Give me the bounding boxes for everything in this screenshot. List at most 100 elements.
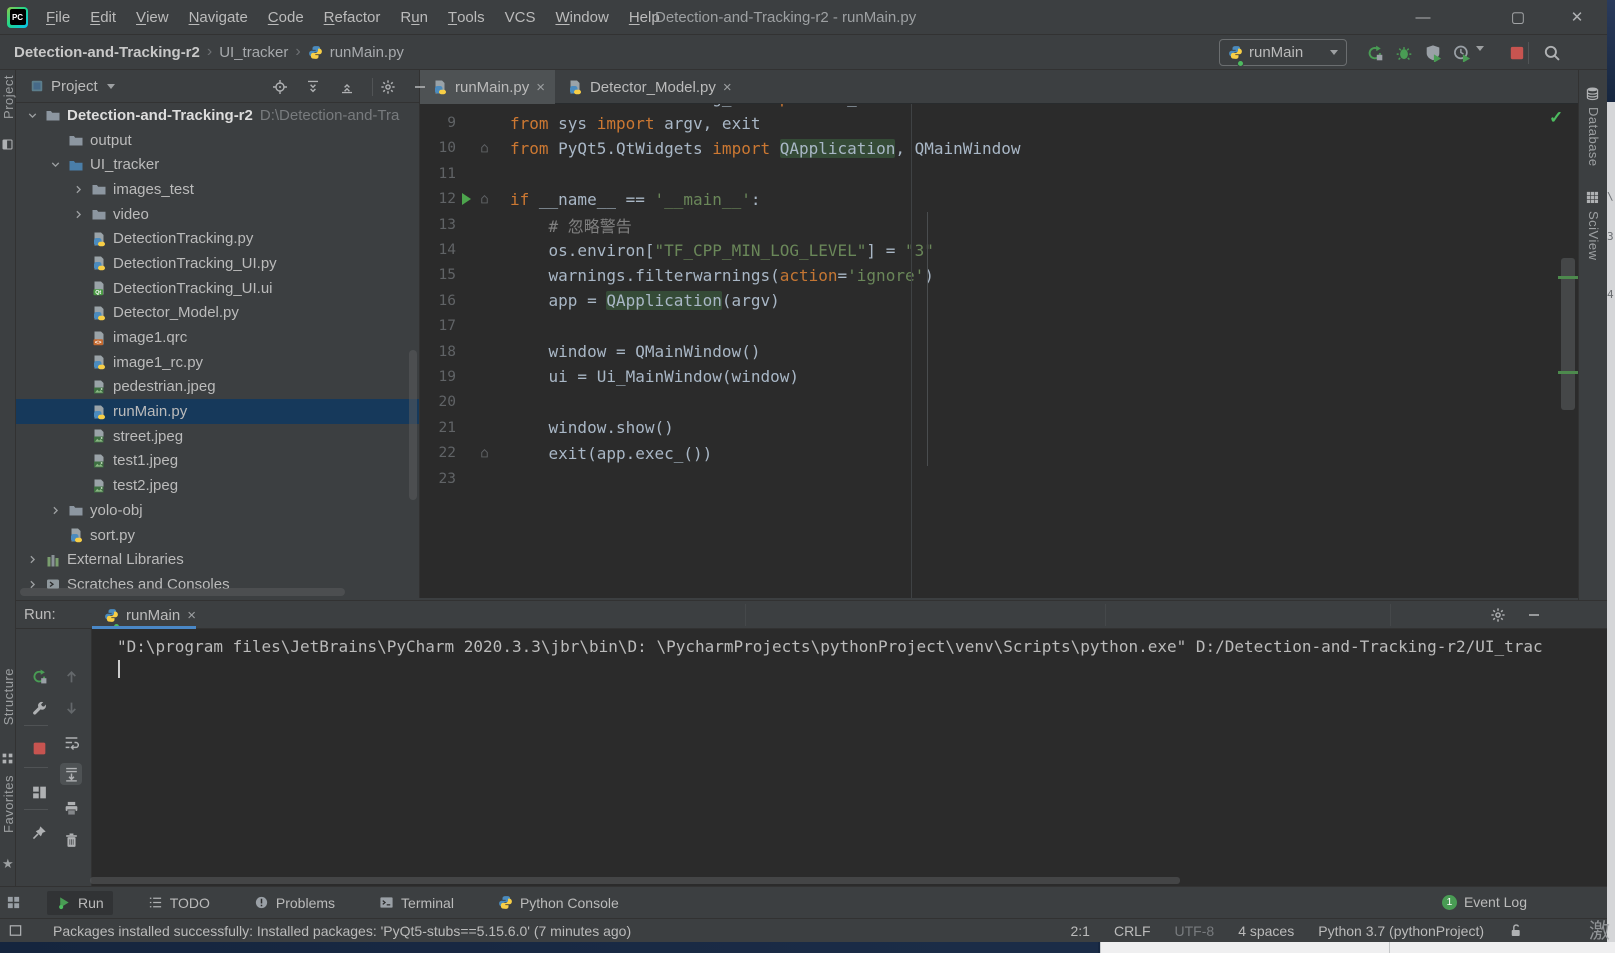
- menu-item-edit[interactable]: Edit: [80, 0, 126, 34]
- run-console[interactable]: "D:\program files\JetBrains\PyCharm 2020…: [93, 629, 1607, 878]
- project-locate-button[interactable]: [269, 76, 291, 98]
- toolwindow-button-terminal[interactable]: Terminal: [370, 891, 463, 915]
- project-expand-all-button[interactable]: [302, 76, 324, 98]
- tree-row-detection-and-tracking-r2[interactable]: Detection-and-Tracking-r2 D:\Detection-a…: [16, 103, 419, 128]
- soft-wrap-button[interactable]: [60, 731, 82, 753]
- tree-row-runmain-py[interactable]: runMain.py: [16, 399, 419, 424]
- stripe-label-structure[interactable]: Structure: [1, 668, 16, 725]
- tree-row-test1-jpeg[interactable]: test1.jpeg: [16, 449, 419, 474]
- tree-row-images-test[interactable]: images_test: [16, 177, 419, 202]
- tree-row-detectiontracking-ui-ui[interactable]: QtDetectionTracking_UI.ui: [16, 276, 419, 301]
- menu-item-run[interactable]: Run: [390, 0, 438, 34]
- editor-scrollbar[interactable]: [1561, 258, 1575, 410]
- editor-tab-detector-model-py[interactable]: Detector_Model.py×: [555, 70, 742, 104]
- toolwindow-button-problems[interactable]: Problems: [245, 891, 344, 915]
- close-icon[interactable]: ×: [723, 79, 732, 96]
- chevron-right-icon[interactable]: [70, 206, 86, 222]
- fold-marker[interactable]: [476, 448, 492, 459]
- restore-layout-button[interactable]: [28, 781, 50, 803]
- status-indent-size[interactable]: 4 spaces: [1238, 923, 1294, 939]
- tree-row-pedestrian-jpeg[interactable]: pedestrian.jpeg: [16, 375, 419, 400]
- chevron-right-icon[interactable]: [70, 181, 86, 197]
- status-message[interactable]: Packages installed successfully: Install…: [53, 923, 631, 939]
- project-collapse-all-button[interactable]: [336, 76, 358, 98]
- stripe-label-sciview[interactable]: SciView: [1586, 211, 1601, 261]
- menu-item-tools[interactable]: Tools: [438, 0, 495, 34]
- hide-panel-icon[interactable]: [1523, 604, 1545, 626]
- chevron-right-icon[interactable]: [47, 502, 63, 518]
- chevron-down-icon[interactable]: [24, 107, 40, 123]
- console-horizontal-scrollbar[interactable]: [90, 877, 1180, 884]
- lock-open-icon[interactable]: [1508, 923, 1523, 938]
- menu-item-vcs[interactable]: VCS: [495, 0, 546, 34]
- run-with-coverage-button[interactable]: [1421, 41, 1445, 65]
- editor-tab-runmain-py[interactable]: runMain.py×: [420, 70, 555, 104]
- tree-row-output[interactable]: output: [16, 128, 419, 153]
- fold-marker[interactable]: [476, 194, 492, 205]
- menu-item-window[interactable]: Window: [545, 0, 618, 34]
- tree-row-ui-tracker[interactable]: UI_tracker: [16, 152, 419, 177]
- down-arrow-button[interactable]: [60, 697, 82, 719]
- status-interpreter[interactable]: Python 3.7 (pythonProject): [1318, 923, 1484, 939]
- breadcrumb-item[interactable]: UI_tracker: [219, 44, 288, 61]
- run-console-tab[interactable]: runMain ×: [92, 601, 208, 629]
- tree-row-detectiontracking-py[interactable]: DetectionTracking.py: [16, 226, 419, 251]
- menu-item-code[interactable]: Code: [258, 0, 314, 34]
- project-horizontal-scrollbar[interactable]: [20, 588, 345, 596]
- menu-item-file[interactable]: File: [36, 0, 80, 34]
- pin-button[interactable]: [28, 821, 50, 843]
- favorites-star-icon[interactable]: ★: [2, 856, 14, 872]
- fold-marker[interactable]: [476, 143, 492, 154]
- menu-item-view[interactable]: View: [126, 0, 179, 34]
- run-line-button[interactable]: [456, 193, 476, 205]
- clear-all-button[interactable]: [60, 829, 82, 851]
- up-arrow-button[interactable]: [60, 665, 82, 687]
- scroll-to-end-button[interactable]: [60, 763, 82, 785]
- profiler-button[interactable]: [1450, 41, 1474, 65]
- close-icon[interactable]: ×: [187, 607, 196, 624]
- menu-item-refactor[interactable]: Refactor: [314, 0, 391, 34]
- project-panel-header[interactable]: Project: [16, 70, 419, 103]
- project-vertical-scrollbar[interactable]: [409, 350, 417, 500]
- tree-row-image1-qrc[interactable]: <>image1.qrc: [16, 325, 419, 350]
- debug-bug-button[interactable]: [1392, 41, 1416, 65]
- status-encoding[interactable]: UTF-8: [1175, 923, 1215, 939]
- profiler-dropdown-button[interactable]: [1476, 51, 1484, 68]
- chevron-down-icon[interactable]: [47, 157, 63, 173]
- close-icon[interactable]: ×: [536, 79, 545, 96]
- tree-row-sort-py[interactable]: sort.py: [16, 523, 419, 548]
- tree-row-yolo-obj[interactable]: yolo-obj: [16, 498, 419, 523]
- close-button[interactable]: ✕: [1554, 0, 1600, 34]
- inspections-ok-icon[interactable]: ✓: [1549, 108, 1563, 128]
- menu-item-navigate[interactable]: Navigate: [179, 0, 258, 34]
- structure-stripe-icon[interactable]: [1, 752, 14, 769]
- stripe-label-favorites[interactable]: Favorites: [1, 775, 16, 833]
- tree-row-image1-rc-py[interactable]: image1_rc.py: [16, 350, 419, 375]
- project-hide-panel-button[interactable]: [409, 76, 431, 98]
- stop-button[interactable]: [1505, 41, 1529, 65]
- project-settings-gear-button[interactable]: [377, 76, 399, 98]
- maximize-button[interactable]: ▢: [1495, 0, 1541, 34]
- project-stripe-icon[interactable]: [1, 138, 14, 155]
- code-viewport[interactable]: 8from DetectionTracking_UI import Ui_Mai…: [420, 104, 1578, 598]
- tree-row-test2-jpeg[interactable]: test2.jpeg: [16, 473, 419, 498]
- chevron-right-icon[interactable]: [24, 552, 40, 568]
- tree-row-detector-model-py[interactable]: Detector_Model.py: [16, 301, 419, 326]
- event-log-button[interactable]: 1 Event Log: [1442, 886, 1527, 918]
- stripe-label-database[interactable]: Database: [1586, 107, 1601, 167]
- database-stripe-icon[interactable]: [1585, 86, 1600, 105]
- minimize-button[interactable]: —: [1400, 0, 1446, 34]
- breadcrumb-item[interactable]: Detection-and-Tracking-r2: [14, 44, 200, 61]
- toolwindow-button-todo[interactable]: TODO: [139, 891, 219, 915]
- run-configuration-combo[interactable]: runMain: [1219, 39, 1347, 66]
- search-everywhere-button[interactable]: [1540, 41, 1564, 65]
- run-arrow-icon[interactable]: [462, 193, 471, 205]
- toolwindow-button-python-console[interactable]: Python Console: [489, 891, 628, 915]
- print-button[interactable]: [60, 797, 82, 819]
- tree-row-detectiontracking-ui-py[interactable]: DetectionTracking_UI.py: [16, 251, 419, 276]
- rerun-button[interactable]: [28, 665, 50, 687]
- status-caret-position[interactable]: 2:1: [1070, 923, 1089, 939]
- rerun-button[interactable]: [1363, 41, 1387, 65]
- toolwindow-button-run[interactable]: Run: [47, 891, 113, 915]
- status-line-separator[interactable]: CRLF: [1114, 923, 1151, 939]
